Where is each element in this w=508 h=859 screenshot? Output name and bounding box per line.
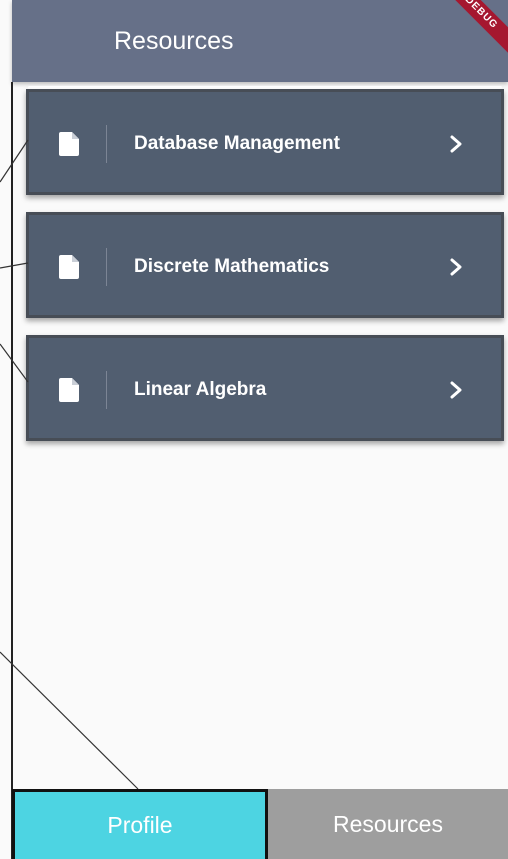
resource-card-discrete-mathematics[interactable]: Discrete Mathematics bbox=[26, 212, 504, 318]
frame-border bbox=[11, 82, 13, 859]
card-divider bbox=[106, 248, 107, 286]
card-divider bbox=[106, 371, 107, 409]
resource-label: Discrete Mathematics bbox=[134, 256, 330, 277]
document-icon bbox=[59, 255, 79, 279]
resource-label: Linear Algebra bbox=[134, 379, 267, 400]
tab-resources[interactable]: Resources bbox=[268, 789, 508, 859]
chevron-right-icon bbox=[450, 135, 462, 153]
resource-card-linear-algebra[interactable]: Linear Algebra bbox=[26, 335, 504, 441]
document-icon bbox=[59, 132, 79, 156]
debug-banner: DEBUG bbox=[435, 0, 508, 59]
resource-label: Database Management bbox=[134, 133, 340, 154]
page-title: Resources bbox=[114, 27, 234, 55]
card-divider bbox=[106, 125, 107, 163]
app-bar: Resources DEBUG bbox=[12, 0, 508, 82]
resource-card-database-management[interactable]: Database Management bbox=[26, 89, 504, 195]
tab-profile-label: Profile bbox=[107, 812, 173, 838]
chevron-right-icon bbox=[450, 381, 462, 399]
document-icon bbox=[59, 378, 79, 402]
tab-resources-label: Resources bbox=[333, 810, 443, 837]
tab-profile[interactable]: Profile bbox=[12, 789, 268, 859]
chevron-right-icon bbox=[450, 258, 462, 276]
